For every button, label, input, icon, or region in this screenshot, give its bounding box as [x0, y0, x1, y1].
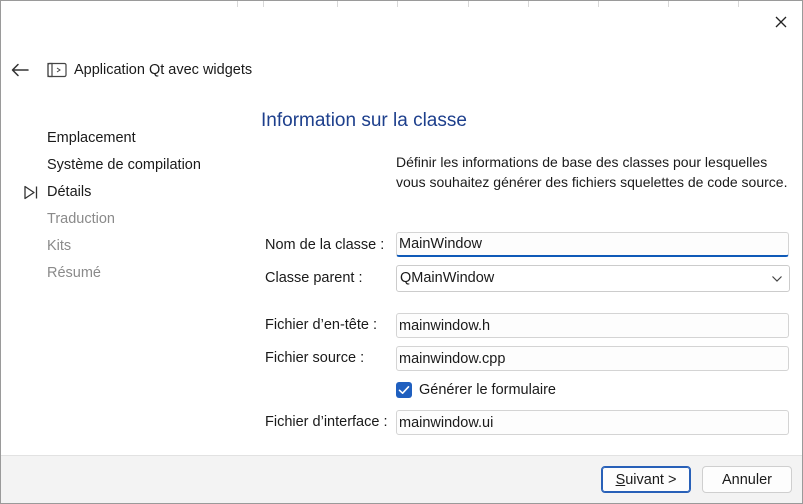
step-systeme-de-compilation: Système de compilation	[23, 155, 243, 182]
generate-form-checkbox[interactable]	[396, 382, 412, 398]
page-title: Information sur la classe	[261, 110, 467, 131]
wizard-steps: Emplacement Système de compilation Détai…	[23, 128, 243, 290]
chevron-down-icon	[772, 276, 782, 282]
next-mnemonic: S	[615, 471, 626, 488]
step-traduction: Traduction	[23, 209, 243, 236]
class-name-input[interactable]	[396, 232, 789, 257]
step-label: Système de compilation	[47, 157, 201, 173]
step-resume: Résumé	[23, 263, 243, 290]
next-button[interactable]: Suivant >	[601, 466, 691, 493]
step-kits: Kits	[23, 236, 243, 263]
background-window-edge	[1, 1, 802, 7]
step-label: Emplacement	[47, 130, 136, 146]
current-step-marker-icon	[24, 185, 38, 200]
parent-class-label: Classe parent :	[265, 270, 363, 286]
wizard-title: Application Qt avec widgets	[74, 62, 253, 78]
page-description: Définir les informations de base des cla…	[396, 154, 788, 190]
step-details: Détails	[23, 182, 243, 209]
cancel-button[interactable]: Annuler	[702, 466, 792, 493]
parent-class-dropdown[interactable]: QMainWindow	[396, 265, 790, 292]
close-icon	[775, 16, 787, 28]
close-button[interactable]	[765, 9, 797, 35]
source-file-input[interactable]	[396, 346, 789, 371]
button-bar: Suivant > Annuler	[1, 455, 802, 503]
step-label: Kits	[47, 238, 72, 254]
class-name-label: Nom de la classe :	[265, 237, 385, 253]
source-file-label: Fichier source :	[265, 350, 365, 366]
generate-form-label[interactable]: Générer le formulaire	[419, 382, 556, 398]
header-file-input[interactable]	[396, 313, 789, 338]
parent-class-value: QMainWindow	[400, 270, 495, 286]
ui-file-label: Fichier d’interface :	[265, 414, 388, 430]
check-icon	[398, 386, 410, 394]
ui-file-input[interactable]	[396, 410, 789, 435]
step-label: Traduction	[47, 211, 115, 227]
back-arrow-icon	[11, 63, 29, 77]
step-emplacement: Emplacement	[23, 128, 243, 155]
wizard-dialog: Application Qt avec widgets Emplacement …	[0, 0, 803, 504]
window-icon	[47, 62, 67, 78]
back-button[interactable]	[7, 57, 33, 83]
header-file-label: Fichier d’en-tête :	[265, 317, 378, 333]
next-label: uivant >	[625, 471, 677, 488]
step-label: Résumé	[47, 265, 101, 281]
step-label: Détails	[47, 184, 92, 200]
